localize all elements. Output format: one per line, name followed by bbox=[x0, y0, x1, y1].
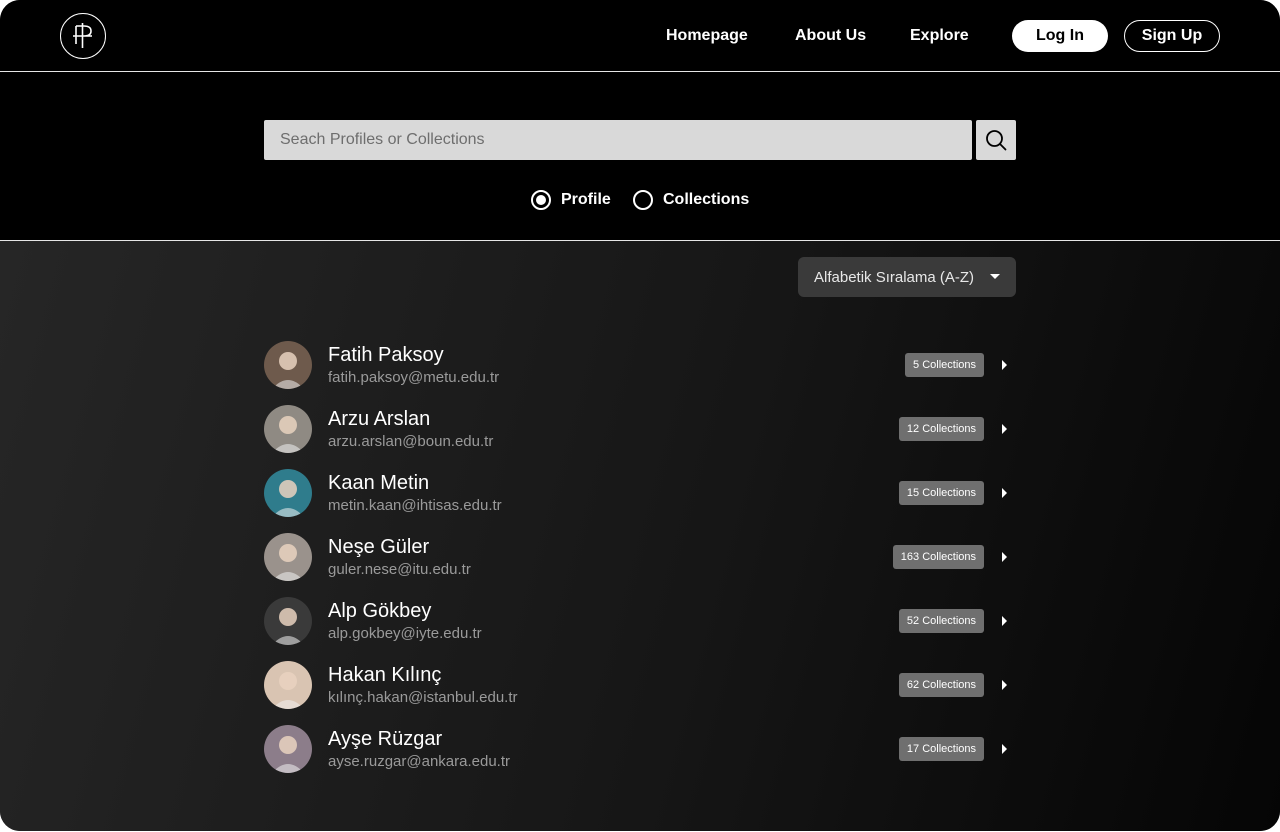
profile-email: guler.nese@itu.edu.tr bbox=[328, 561, 471, 578]
profile-name: Arzu Arslan bbox=[328, 408, 431, 430]
nav-link-homepage[interactable]: Homepage bbox=[666, 26, 748, 46]
collections-count-badge: 5 Collections bbox=[905, 353, 984, 377]
search-input[interactable] bbox=[264, 120, 972, 160]
nav-link-about-us[interactable]: About Us bbox=[795, 26, 866, 46]
profile-row[interactable]: Ayşe Rüzgar ayse.ruzgar@ankara.edu.tr 17 C… bbox=[264, 725, 1016, 773]
profile-row[interactable]: Neşe Güler guler.nese@itu.edu.tr 163 Colle… bbox=[264, 533, 1016, 581]
profile-name: Hakan Kılınç bbox=[328, 664, 442, 686]
chevron-right-icon[interactable] bbox=[1002, 680, 1007, 690]
profile-name: Alp Gökbey bbox=[328, 600, 432, 622]
radio-profile-label[interactable]: Profile bbox=[561, 191, 611, 209]
monogram-logo-icon[interactable] bbox=[60, 13, 106, 59]
profile-email: ayse.ruzgar@ankara.edu.tr bbox=[328, 753, 510, 770]
caret-down-icon bbox=[990, 274, 1000, 279]
login-button[interactable]: Log In bbox=[1012, 20, 1108, 52]
collections-count-badge: 52 Collections bbox=[898, 609, 984, 633]
app-frame: Homepage About Us Explore Log In Sign Up… bbox=[0, 0, 1280, 831]
collections-count-badge: 163 Collections bbox=[892, 545, 984, 569]
sort-dropdown[interactable]: Alfabetik Sıralama (A-Z) bbox=[798, 257, 1016, 297]
profile-row[interactable]: Hakan Kılınç kılınç.hakan@istanbul.edu.tr… bbox=[264, 661, 1016, 709]
profile-email: kılınç.hakan@istanbul.edu.tr bbox=[328, 689, 518, 706]
radio-collections[interactable] bbox=[633, 190, 653, 210]
avatar bbox=[264, 661, 312, 709]
profile-name: Fatih Paksoy bbox=[328, 344, 444, 366]
results-section: Alfabetik Sıralama (A-Z) Fatih Paksoy fat… bbox=[0, 240, 1280, 831]
avatar bbox=[264, 533, 312, 581]
profile-email: arzu.arslan@boun.edu.tr bbox=[328, 433, 494, 450]
radio-profile-option[interactable]: Profile bbox=[531, 190, 611, 210]
avatar bbox=[264, 597, 312, 645]
chevron-right-icon[interactable] bbox=[1002, 424, 1007, 434]
chevron-right-icon[interactable] bbox=[1002, 360, 1007, 370]
avatar bbox=[264, 341, 312, 389]
profile-email: metin.kaan@ihtisas.edu.tr bbox=[328, 497, 502, 514]
profile-row[interactable]: Arzu Arslan arzu.arslan@boun.edu.tr 12 Col… bbox=[264, 405, 1016, 453]
profile-row[interactable]: Fatih Paksoy fatih.paksoy@metu.edu.tr 5 Co… bbox=[264, 341, 1016, 389]
collections-count-badge: 15 Collections bbox=[898, 481, 984, 505]
avatar bbox=[264, 725, 312, 773]
chevron-right-icon[interactable] bbox=[1002, 552, 1007, 562]
profile-row[interactable]: Alp Gökbey alp.gokbey@iyte.edu.tr 52 Colle… bbox=[264, 597, 1016, 645]
signup-button[interactable]: Sign Up bbox=[1124, 20, 1220, 52]
top-navbar: Homepage About Us Explore Log In Sign Up bbox=[0, 0, 1280, 72]
profile-name: Neşe Güler bbox=[328, 536, 430, 558]
chevron-right-icon[interactable] bbox=[1002, 616, 1007, 626]
search-section: Profile Collections bbox=[0, 72, 1280, 240]
sort-selected-label: Alfabetik Sıralama (A-Z) bbox=[814, 268, 975, 286]
radio-profile[interactable] bbox=[531, 190, 551, 210]
profile-email: fatih.paksoy@metu.edu.tr bbox=[328, 369, 500, 386]
avatar bbox=[264, 405, 312, 453]
collections-count-badge: 62 Collections bbox=[898, 673, 984, 697]
search-button[interactable] bbox=[976, 120, 1016, 160]
collections-count-badge: 12 Collections bbox=[898, 417, 984, 441]
radio-collections-option[interactable]: Collections bbox=[633, 190, 749, 210]
profile-row[interactable]: Kaan Metin metin.kaan@ihtisas.edu.tr 15 Co… bbox=[264, 469, 1016, 517]
chevron-right-icon[interactable] bbox=[1002, 744, 1007, 754]
search-icon bbox=[986, 130, 1007, 151]
profile-name: Ayşe Rüzgar bbox=[328, 728, 443, 750]
chevron-right-icon[interactable] bbox=[1002, 488, 1007, 498]
avatar bbox=[264, 469, 312, 517]
profile-email: alp.gokbey@iyte.edu.tr bbox=[328, 625, 482, 642]
collections-count-badge: 17 Collections bbox=[898, 737, 984, 761]
nav-link-explore[interactable]: Explore bbox=[910, 26, 969, 46]
profile-name: Kaan Metin bbox=[328, 472, 430, 494]
radio-collections-label[interactable]: Collections bbox=[663, 191, 749, 209]
